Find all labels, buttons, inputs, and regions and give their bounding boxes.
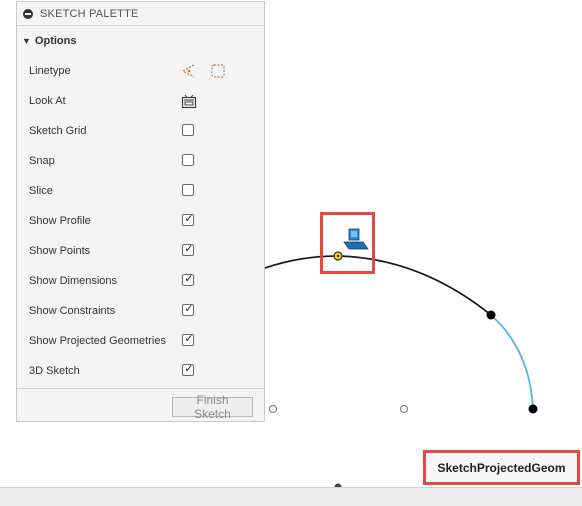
option-label: Show Projected Geometries — [29, 335, 166, 347]
status-bar — [0, 487, 582, 506]
highlight-box — [320, 212, 375, 274]
sketch-arc[interactable] — [264, 255, 492, 316]
hollow-point[interactable] — [268, 404, 278, 414]
finish-sketch-button[interactable]: Finish Sketch — [172, 393, 253, 421]
palette-title: SKETCH PALETTE — [40, 7, 139, 20]
option-label: Slice — [29, 185, 53, 197]
check-icon: ✓ — [184, 273, 194, 285]
option-row-show-profile[interactable]: Show Profile ✓ — [17, 206, 264, 236]
sketch-palette: SKETCH PALETTE ▼ Options Linetype Look At… — [16, 1, 265, 422]
construction-icon[interactable] — [209, 62, 227, 80]
checkbox[interactable] — [182, 184, 194, 196]
look-at-icon[interactable] — [180, 92, 198, 110]
linetype-icon[interactable] — [180, 62, 198, 80]
tooltip-label: SketchProjectedGeom — [437, 460, 566, 475]
projected-geometry-arc[interactable] — [490, 314, 534, 410]
check-icon: ✓ — [184, 303, 194, 315]
checkbox[interactable]: ✓ — [182, 333, 194, 346]
checkbox[interactable]: ✓ — [182, 243, 194, 256]
collapse-icon[interactable] — [23, 8, 33, 19]
option-label: Sketch Grid — [29, 125, 87, 137]
option-label: Snap — [29, 155, 55, 167]
option-label: Show Constraints — [29, 305, 116, 317]
hollow-point[interactable] — [399, 404, 409, 414]
option-row-snap[interactable]: Snap — [17, 146, 264, 176]
option-row-show-points[interactable]: Show Points ✓ — [17, 236, 264, 266]
section-title: Options — [34, 35, 77, 47]
option-row-sketch-grid[interactable]: Sketch Grid — [17, 116, 264, 146]
sketch-point[interactable] — [486, 310, 496, 320]
option-row-show-constraints[interactable]: Show Constraints ✓ — [17, 296, 264, 326]
checkbox[interactable] — [182, 124, 194, 136]
checkbox[interactable]: ✓ — [182, 213, 194, 226]
option-label: 3D Sketch — [29, 365, 80, 377]
option-label: Look At — [29, 95, 66, 107]
option-row-slice[interactable]: Slice — [17, 176, 264, 206]
checkbox[interactable]: ✓ — [182, 303, 194, 316]
checkbox[interactable]: ✓ — [182, 273, 194, 286]
option-label: Show Points — [29, 245, 91, 257]
option-row-linetype[interactable]: Linetype — [17, 56, 264, 86]
palette-header[interactable]: SKETCH PALETTE — [17, 2, 264, 26]
option-row-show-projected-geometries[interactable]: Show Projected Geometries ✓ — [17, 326, 264, 356]
triangle-down-icon: ▼ — [22, 36, 31, 46]
check-icon: ✓ — [184, 243, 194, 255]
check-icon: ✓ — [184, 213, 194, 225]
option-label: Show Profile — [29, 215, 91, 227]
option-row-3d-sketch[interactable]: 3D Sketch ✓ — [17, 356, 264, 386]
check-icon: ✓ — [184, 363, 194, 375]
option-row-show-dimensions[interactable]: Show Dimensions ✓ — [17, 266, 264, 296]
command-tooltip: SketchProjectedGeom — [423, 450, 580, 485]
options-section-header[interactable]: ▼ Options — [17, 26, 264, 56]
checkbox[interactable]: ✓ — [182, 363, 194, 376]
option-label: Show Dimensions — [29, 275, 118, 287]
checkbox[interactable] — [182, 154, 194, 166]
option-label: Linetype — [29, 65, 71, 77]
option-row-look-at[interactable]: Look At — [17, 86, 264, 116]
sketch-point[interactable] — [528, 404, 538, 414]
check-icon: ✓ — [184, 333, 194, 345]
divider — [17, 388, 264, 389]
